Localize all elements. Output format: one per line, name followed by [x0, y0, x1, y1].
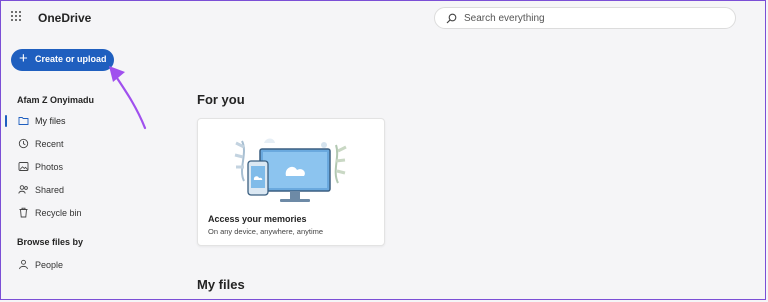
my-files-heading: My files: [197, 277, 245, 292]
search-input[interactable]: Search everything: [434, 7, 736, 29]
card-title: Access your memories: [208, 214, 307, 224]
card-subtitle: On any device, anywhere, anytime: [208, 227, 324, 236]
image-icon: [18, 162, 29, 171]
sidebar-item-label: Shared: [35, 185, 65, 195]
sidebar-item-label: Recycle bin: [35, 208, 82, 218]
sidebar-item-recycle-bin[interactable]: Recycle bin: [5, 203, 125, 223]
trash-icon: [19, 207, 28, 218]
memories-card[interactable]: Access your memories On any device, anyw…: [197, 118, 385, 246]
sidebar-item-label: My files: [35, 116, 66, 126]
create-button-label: Create or upload: [35, 54, 107, 64]
for-you-heading: For you: [197, 92, 245, 107]
folder-icon: [18, 117, 29, 125]
sidebar-item-shared[interactable]: Shared: [5, 180, 125, 200]
sidebar-item-recent[interactable]: Recent: [5, 134, 125, 154]
app-title[interactable]: OneDrive: [38, 11, 91, 25]
top-bar: OneDrive Search everything: [0, 0, 768, 36]
create-or-upload-button[interactable]: + Create or upload: [11, 49, 114, 71]
browse-heading: Browse files by: [17, 237, 84, 247]
user-name: Afam Z Onyimadu: [17, 95, 95, 105]
app-launcher-icon[interactable]: [11, 11, 22, 22]
sidebar-item-label: People: [35, 260, 64, 270]
search-icon: [446, 13, 457, 24]
history-icon: [18, 138, 29, 149]
sidebar-item-my-files[interactable]: My files: [5, 111, 125, 131]
sidebar-item-people[interactable]: People: [5, 255, 125, 275]
person-icon: [19, 259, 28, 270]
sidebar-item-label: Photos: [35, 162, 64, 172]
search-placeholder: Search everything: [464, 13, 545, 24]
sidebar-item-photos[interactable]: Photos: [5, 157, 125, 177]
devices-illustration: [234, 138, 347, 202]
plus-icon: +: [19, 50, 28, 67]
sidebar-item-label: Recent: [35, 139, 64, 149]
people-icon: [18, 185, 28, 194]
